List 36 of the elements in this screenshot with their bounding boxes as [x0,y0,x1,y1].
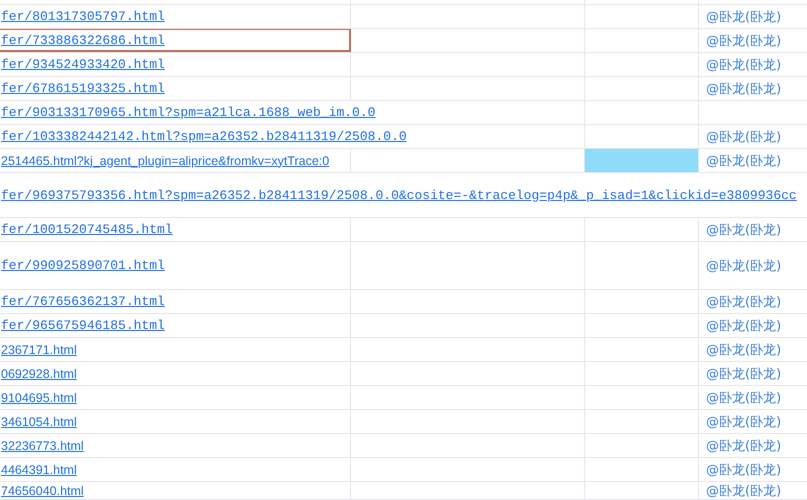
link[interactable]: 32236773.html [0,438,84,452]
link[interactable]: fer/990925890701.html [0,258,165,273]
link[interactable]: fer/903133170965.html?spm=a21lca.1688_web_im.0.0 [0,105,376,120]
mention-text: @卧龙(卧龙) [705,342,782,358]
mention-text: @卧龙(卧龙) [705,222,782,238]
link[interactable]: 4464391.html [0,462,77,476]
mention-text: @卧龙(卧龙) [705,56,782,74]
mention-text: @卧龙(卧龙) [705,366,782,382]
mention-text: @卧龙(卧龙) [705,462,782,478]
link[interactable]: fer/801317305797.html [0,9,165,24]
mention-text: @卧龙(卧龙) [705,438,782,454]
link[interactable]: 9104695.html [0,390,77,404]
mention-text: @卧龙(卧龙) [705,128,782,146]
link[interactable]: 3461054.html [0,414,77,428]
link[interactable]: 0692928.html [0,366,77,380]
link[interactable]: 2514465.html?kj_agent_plugin=aliprice&fromkv=xytTrace:0 [0,154,330,168]
link[interactable]: fer/969375793356.html?spm=a26352.b28411319/2508.0.0&cosite=-&tracelog=p4p&_p_isad=1&clickid=e3809936cc [0,188,797,202]
link[interactable]: fer/733886322686.html [0,33,165,48]
link[interactable]: fer/934524933420.html [0,57,165,72]
mention-text: @卧龙(卧龙) [705,80,782,98]
mention-text: @卧龙(卧龙) [705,318,782,334]
mention-text: @卧龙(卧龙) [705,258,782,274]
mention-text: @卧龙(卧龙) [705,390,782,406]
link[interactable]: fer/965675946185.html [0,318,165,333]
mention-text: @卧龙(卧龙) [705,483,782,499]
mention-text: @卧龙(卧龙) [705,414,782,430]
link[interactable]: fer/1001520745485.html [0,222,173,237]
link[interactable]: 2367171.html [0,342,77,356]
link[interactable]: fer/1033382442142.html?spm=a26352.b28411319/2508.0.0 [0,129,407,144]
mention-text: @卧龙(卧龙) [705,8,782,26]
link[interactable]: fer/767656362137.html [0,294,165,309]
mention-text: @卧龙(卧龙) [705,32,782,50]
link[interactable]: fer/678615193325.html [0,81,165,96]
mention-text: @卧龙(卧龙) [705,294,782,310]
link[interactable]: 74656040.html [0,484,84,498]
mention-text: @卧龙(卧龙) [705,152,782,170]
